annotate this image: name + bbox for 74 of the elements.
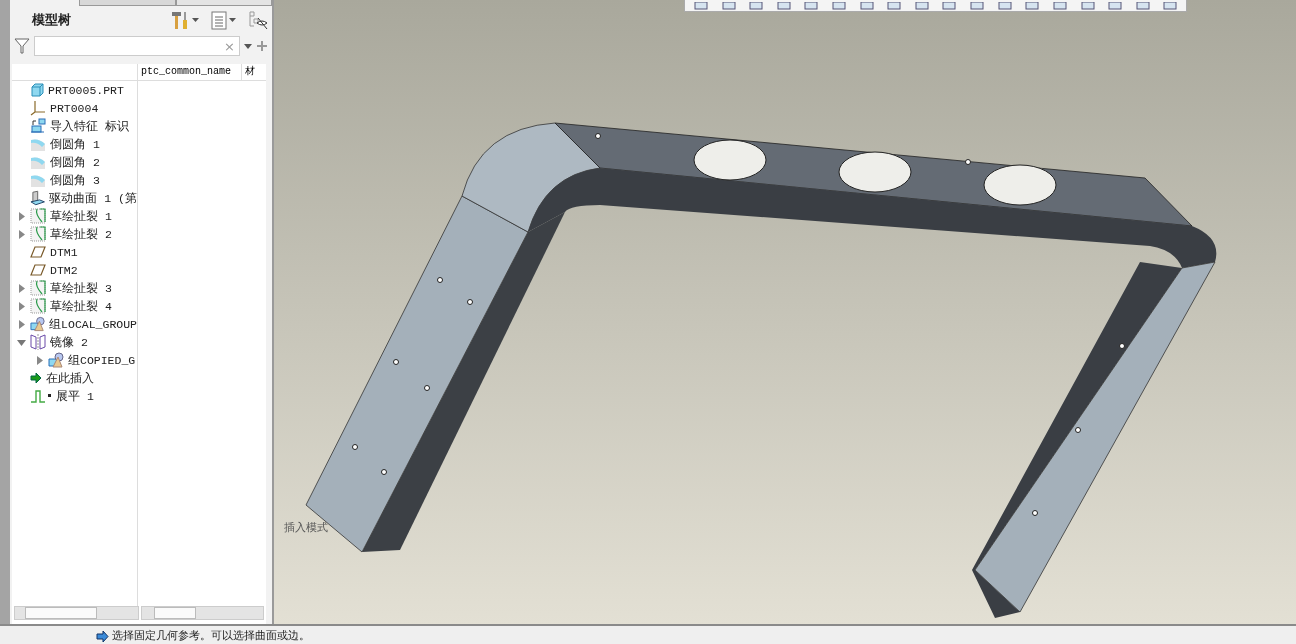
flatten-icon — [30, 388, 52, 404]
column-header[interactable]: ptc_common_name — [138, 64, 242, 80]
toolbar-icon[interactable] — [775, 1, 792, 10]
toolbar-icon[interactable] — [693, 1, 709, 10]
column-header[interactable]: 材 — [242, 64, 255, 80]
tree-item[interactable]: 在此插入 — [46, 370, 94, 386]
expand-arrow-icon[interactable] — [16, 319, 26, 329]
toolbar-icon[interactable] — [969, 1, 985, 10]
datum-plane-icon — [30, 264, 46, 276]
tree-visibility-icon[interactable] — [248, 10, 268, 30]
expand-arrow-icon[interactable] — [34, 355, 44, 365]
tree-item[interactable]: 组LOCAL_GROUP — [49, 316, 137, 332]
group-icon — [48, 352, 64, 368]
filter-icon[interactable] — [14, 38, 30, 54]
toolbar-icon[interactable] — [886, 1, 902, 10]
tree-item[interactable]: PRT0004 — [50, 101, 99, 115]
toolbar-icon[interactable] — [748, 1, 764, 10]
panel-title: 模型树 — [32, 11, 72, 29]
tree-item[interactable]: 倒圆角 1 — [50, 136, 100, 152]
panel-tab[interactable] — [79, 0, 176, 6]
datum-plane-icon — [30, 246, 46, 258]
tree-item[interactable]: 草绘扯裂 3 — [50, 280, 112, 296]
tree-item[interactable]: 倒圆角 2 — [50, 154, 100, 170]
part-cube-icon — [30, 83, 44, 97]
collapse-arrow-icon[interactable] — [16, 337, 26, 347]
expand-arrow-icon[interactable] — [16, 211, 26, 221]
dropdown-caret-icon[interactable] — [229, 18, 236, 22]
tree-item[interactable]: 草绘扯裂 2 — [50, 226, 112, 242]
toolbar-icon[interactable] — [858, 1, 875, 10]
tree-item[interactable]: 驱动曲面 1 (第 — [49, 190, 137, 206]
toolbar-icon[interactable] — [803, 1, 820, 10]
toolbar-icon[interactable] — [1024, 1, 1040, 10]
expand-arrow-icon[interactable] — [16, 301, 26, 311]
coordinate-axes-icon — [30, 100, 46, 116]
tree-item[interactable]: DTM1 — [50, 245, 78, 259]
insert-arrow-icon — [30, 372, 42, 384]
tree-item[interactable]: 草绘扯裂 1 — [50, 208, 112, 224]
tree-item[interactable]: 倒圆角 3 — [50, 172, 100, 188]
expand-arrow-icon[interactable] — [16, 283, 26, 293]
toolbar-icon[interactable] — [1162, 1, 1178, 10]
mirror-icon — [30, 334, 46, 350]
toolbar-icon[interactable] — [831, 1, 847, 10]
toolbar-icon[interactable] — [720, 1, 737, 10]
group-icon — [30, 316, 46, 332]
toolbar-icon[interactable] — [1107, 1, 1123, 10]
tree-item[interactable]: DTM2 — [50, 263, 78, 277]
plus-icon[interactable] — [256, 40, 268, 52]
toolbar-icon[interactable] — [996, 1, 1013, 10]
hammer-screwdriver-icon[interactable] — [170, 10, 190, 30]
sketched-rip-icon — [30, 226, 46, 242]
sketched-rip-icon — [30, 298, 46, 314]
sketched-rip-icon — [30, 280, 46, 296]
expand-arrow-icon[interactable] — [16, 229, 26, 239]
toolbar-icon[interactable] — [913, 1, 930, 10]
status-message: 选择固定几何参考。可以选择曲面或边。 — [112, 629, 310, 643]
mode-label: 插入模式 — [284, 520, 328, 535]
tree-item[interactable]: 展平 1 — [56, 388, 94, 404]
tree-item[interactable]: 组COPIED_G — [68, 352, 136, 368]
import-feature-icon — [30, 118, 46, 134]
tree-item[interactable]: PRT0005.PRT — [48, 83, 124, 97]
toolbar-icon[interactable] — [1134, 1, 1151, 10]
tree-item[interactable]: 镜像 2 — [50, 334, 88, 350]
toolbar-icon[interactable] — [941, 1, 958, 10]
tree-item[interactable]: 草绘扯裂 4 — [50, 298, 112, 314]
toolbar-icon[interactable] — [1051, 1, 1068, 10]
scrollbar[interactable] — [14, 606, 139, 620]
tree-item[interactable]: 导入特征 标识 — [50, 118, 129, 134]
toolbar-icon[interactable] — [1079, 1, 1096, 10]
surface-icon — [30, 190, 46, 206]
dropdown-caret-icon[interactable] — [244, 43, 252, 49]
dropdown-caret-icon[interactable] — [192, 18, 199, 22]
scrollbar[interactable] — [141, 606, 264, 620]
arrow-icon — [96, 630, 109, 642]
sketched-rip-icon — [30, 208, 46, 224]
